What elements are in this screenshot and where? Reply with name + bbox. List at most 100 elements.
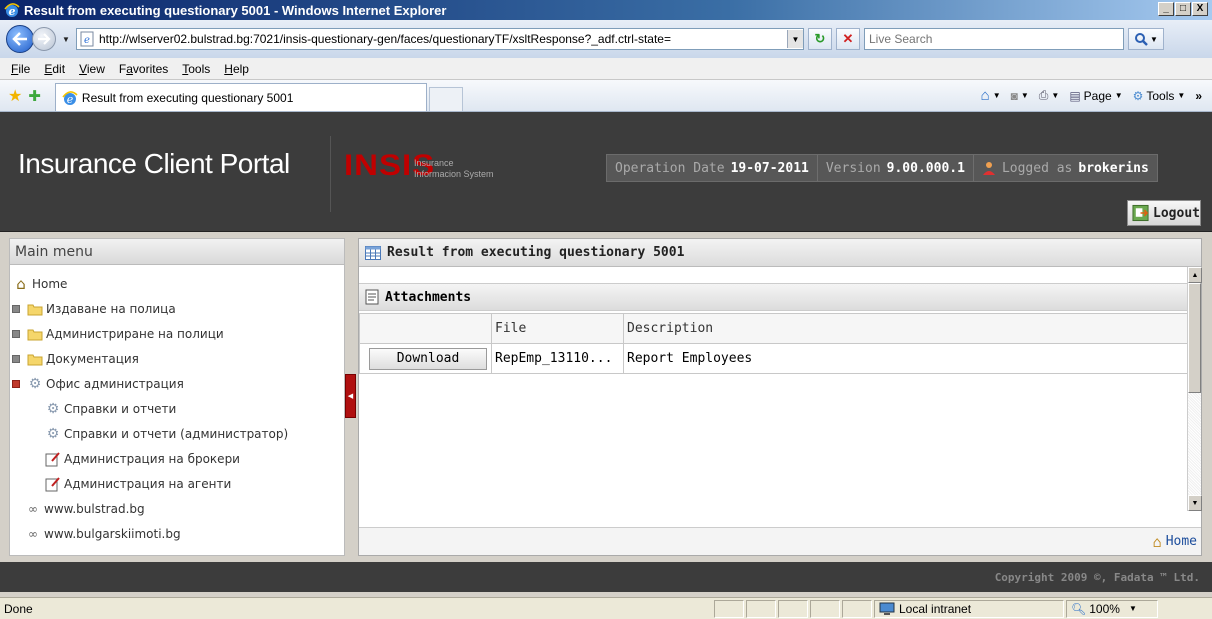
- address-field[interactable]: e http://wlserver02.bulstrad.bg:7021/ins…: [76, 28, 804, 50]
- menu-view-rest: iew: [86, 61, 105, 76]
- chevron-down-icon: ▼: [1177, 91, 1186, 100]
- status-segment: [842, 599, 872, 618]
- menu-item-office-admin[interactable]: ⚙ Офис администрация: [10, 371, 344, 396]
- tools-command[interactable]: ⚙ Tools ▼: [1133, 89, 1186, 103]
- zoom-level: 100%: [1089, 601, 1120, 616]
- tab-active[interactable]: e Result from executing questionary 5001: [54, 83, 427, 111]
- tab-title: Result from executing questionary 5001: [81, 90, 294, 105]
- scroll-down-button[interactable]: ▼: [1188, 495, 1202, 511]
- history-dropdown-icon[interactable]: ▼: [60, 35, 72, 44]
- menu-item-label: Администриране на полици: [46, 326, 224, 341]
- svg-text:e: e: [67, 93, 74, 106]
- menu-help[interactable]: Help: [217, 62, 256, 76]
- menu-favorites[interactable]: Favorites: [112, 62, 175, 76]
- menu-item-reports[interactable]: ⚙ Справки и отчети: [10, 396, 344, 421]
- status-bar: Done Local intranet 🔍︎ 100% ▼: [0, 597, 1212, 619]
- menu-help-key: H: [224, 61, 233, 76]
- attachments-title: Attachments: [385, 289, 472, 305]
- chevron-down-icon: ▼: [1020, 91, 1029, 100]
- favorites-star-icon[interactable]: ★: [8, 86, 22, 106]
- status-text: Done: [4, 601, 33, 616]
- logout-button[interactable]: Logout: [1127, 200, 1201, 226]
- menu-item-policy-issue[interactable]: Издаване на полица: [10, 296, 344, 321]
- chevron-down-icon: ▼: [1114, 91, 1123, 100]
- tools-label: Tools: [1146, 88, 1175, 103]
- logo-sub-line-2: Informacion System: [414, 169, 494, 179]
- collapse-menu-handle[interactable]: ◀: [345, 374, 356, 418]
- search-options-icon[interactable]: ▼: [1150, 35, 1158, 44]
- header-action: [359, 313, 492, 344]
- menu-item-documentation[interactable]: Документация: [10, 346, 344, 371]
- content-panel-header: Result from executing questionary 5001: [359, 239, 1201, 267]
- vertical-scroll-thumb[interactable]: [1188, 283, 1201, 393]
- main-menu-list: ⌂ Home Издаване на полица Администриране…: [10, 265, 344, 546]
- attachments-table: File Description Download RepEmp_13110..…: [359, 313, 1188, 374]
- home-command[interactable]: ⌂ ▼: [981, 87, 1001, 104]
- back-button[interactable]: [6, 25, 34, 53]
- table-header-row: File Description: [359, 313, 1188, 344]
- page-label: Page: [1083, 88, 1112, 103]
- menu-file-rest: ile: [18, 61, 31, 76]
- attachments-header: Attachments: [359, 283, 1187, 311]
- url-dropdown-icon[interactable]: ▼: [787, 30, 803, 48]
- expand-icon[interactable]: [12, 329, 20, 338]
- menu-edit[interactable]: Edit: [37, 62, 72, 76]
- vertical-scrollbar[interactable]: ▲ ▼: [1187, 267, 1202, 511]
- search-button[interactable]: ▼: [1128, 28, 1164, 50]
- menu-item-home[interactable]: ⌂ Home: [10, 271, 344, 296]
- search-icon: [1135, 33, 1148, 46]
- expand-icon[interactable]: [12, 304, 20, 313]
- search-box[interactable]: [864, 28, 1124, 50]
- menu-item-label: Администрация на агенти: [64, 476, 232, 491]
- menu-bar: File Edit View Favorites Tools Help: [0, 58, 1212, 80]
- menu-item-reports-admin[interactable]: ⚙ Справки и отчети (администратор): [10, 421, 344, 446]
- operation-date-value: 19-07-2011: [730, 160, 809, 176]
- folder-icon: [26, 351, 44, 367]
- menu-edit-rest: dit: [52, 61, 66, 76]
- chevron-left-icon: ◀: [347, 393, 354, 400]
- menu-favorites-rest: vorites: [132, 61, 169, 76]
- refresh-button[interactable]: ↻: [808, 28, 832, 50]
- menu-item-broker-admin[interactable]: Администрация на брокери: [10, 446, 344, 471]
- security-zone[interactable]: Local intranet: [874, 599, 1064, 618]
- expand-icon[interactable]: [12, 354, 20, 363]
- feeds-command[interactable]: ◙ ▼: [1011, 89, 1029, 103]
- insis-logo-subtitle: Insurance Informacion System: [414, 158, 494, 180]
- content-footer: ⌂ Home: [359, 527, 1201, 555]
- home-link[interactable]: ⌂ Home: [1153, 533, 1197, 551]
- add-favorites-icon[interactable]: ✚: [28, 87, 41, 105]
- menu-file[interactable]: File: [4, 62, 37, 76]
- zoom-control[interactable]: 🔍︎ 100% ▼: [1066, 599, 1158, 618]
- menu-item-link-bulstrad[interactable]: ∞ www.bulstrad.bg: [10, 496, 344, 521]
- svg-text:e: e: [9, 5, 16, 18]
- more-commands-icon[interactable]: »: [1195, 89, 1202, 103]
- operation-date: Operation Date 19-07-2011: [607, 155, 818, 181]
- menu-tools[interactable]: Tools: [175, 62, 217, 76]
- version-value: 9.00.000.1: [886, 160, 965, 176]
- print-command[interactable]: ⎙ ▼: [1039, 88, 1060, 103]
- stop-button[interactable]: ✕: [836, 28, 860, 50]
- link-icon: ∞: [28, 501, 38, 516]
- menu-item-agent-admin[interactable]: Администрация на агенти: [10, 471, 344, 496]
- header-divider: [330, 136, 331, 212]
- page-command[interactable]: ▤ Page ▼: [1069, 89, 1122, 103]
- scroll-up-button[interactable]: ▲: [1188, 267, 1202, 283]
- menu-view[interactable]: View: [72, 62, 112, 76]
- menu-tools-rest: ools: [188, 61, 211, 76]
- close-button[interactable]: X: [1192, 2, 1208, 16]
- collapse-icon[interactable]: [12, 379, 20, 388]
- search-input[interactable]: [865, 30, 1123, 48]
- new-tab-button[interactable]: [428, 87, 463, 111]
- minimize-button[interactable]: _: [1158, 2, 1174, 16]
- download-button[interactable]: Download: [369, 347, 487, 370]
- window-controls: _ □ X: [1158, 2, 1208, 16]
- page-icon: e: [80, 31, 94, 47]
- gear-icon: ⚙: [28, 375, 42, 392]
- maximize-button[interactable]: □: [1175, 2, 1191, 16]
- main-menu-title: Main menu: [10, 239, 344, 265]
- menu-item-policy-admin[interactable]: Администриране на полици: [10, 321, 344, 346]
- menu-favorites-key: a: [126, 61, 133, 76]
- menu-item-label: Справки и отчети: [64, 401, 177, 416]
- forward-button[interactable]: [32, 27, 56, 51]
- menu-item-link-bulgarskiimoti[interactable]: ∞ www.bulgarskiimoti.bg: [10, 521, 344, 546]
